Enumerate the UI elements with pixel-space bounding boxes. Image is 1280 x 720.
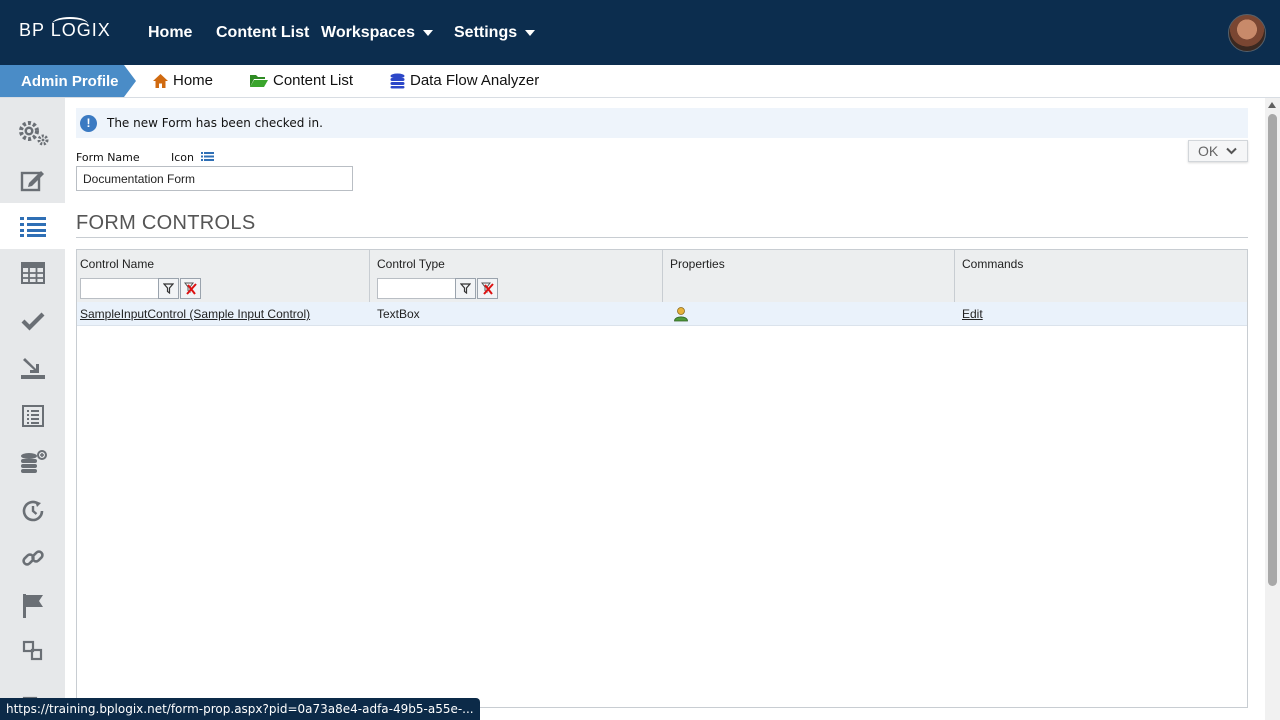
nav-home[interactable]: Home (148, 24, 192, 42)
sidebar-item-import[interactable] (0, 345, 65, 391)
sidebar-item-list[interactable] (0, 203, 65, 249)
form-controls-grid: Control Name Control Type Properties Com… (76, 249, 1248, 708)
column-divider (369, 250, 370, 302)
breadcrumb-admin-profile[interactable]: Admin Profile (0, 65, 136, 97)
control-type-filter-button[interactable] (455, 278, 476, 299)
column-divider (662, 250, 663, 302)
column-header-commands: Commands (962, 257, 1024, 271)
download-tray-icon (20, 358, 45, 379)
table-row: SampleInputControl (Sample Input Control… (77, 302, 1247, 326)
sidebar-item-flags[interactable] (0, 583, 65, 629)
document-list-icon (21, 405, 44, 427)
nav-workspaces-label: Workspaces (321, 24, 415, 41)
left-sidebar (0, 98, 65, 720)
list-icon[interactable] (201, 152, 214, 161)
breadcrumb-content-list[interactable]: Content List (249, 72, 353, 89)
control-name-filter-button[interactable] (158, 278, 179, 299)
user-avatar[interactable] (1228, 14, 1266, 52)
sidebar-item-data-sources[interactable] (0, 440, 65, 486)
alert-message: The new Form has been checked in. (107, 116, 323, 130)
sidebar-item-table[interactable] (0, 250, 65, 296)
link-icon (21, 550, 44, 566)
clear-filter-icon (184, 282, 197, 295)
clock-refresh-icon (22, 500, 43, 522)
control-type-cell: TextBox (377, 307, 420, 321)
section-divider (76, 237, 1248, 238)
nav-settings-label: Settings (454, 24, 518, 41)
ok-button-label: OK (1198, 143, 1219, 159)
breadcrumb-data-flow-analyzer-label: Data Flow Analyzer (410, 72, 540, 89)
scrollbar-thumb[interactable] (1268, 114, 1277, 586)
home-icon (153, 73, 168, 88)
vertical-scrollbar[interactable] (1265, 98, 1280, 720)
section-title: FORM CONTROLS (76, 212, 256, 234)
filter-icon (163, 283, 174, 294)
gears-icon (18, 121, 48, 146)
info-alert: ! The new Form has been checked in. (76, 108, 1248, 138)
breadcrumb-home-label: Home (173, 72, 214, 89)
column-header-control-type[interactable]: Control Type (374, 250, 445, 276)
control-type-clear-filter-button[interactable] (477, 278, 498, 299)
column-divider (954, 250, 955, 302)
sidebar-item-reports[interactable] (0, 393, 65, 439)
sidebar-item-edit[interactable] (0, 157, 65, 203)
clear-filter-icon (481, 282, 494, 295)
breadcrumb-home[interactable]: Home (152, 72, 213, 89)
sidebar-item-tasks[interactable] (0, 298, 65, 344)
control-name-filter-input[interactable] (80, 278, 160, 299)
database-add-icon (20, 450, 47, 473)
breadcrumb-content-list-label: Content List (273, 72, 354, 89)
control-type-filter-input[interactable] (377, 278, 457, 299)
nav-settings[interactable]: Settings (454, 24, 536, 42)
user-properties-icon[interactable] (673, 306, 689, 322)
chevron-down-icon (525, 29, 536, 36)
database-icon (390, 73, 405, 88)
sidebar-item-timelines[interactable] (0, 488, 65, 534)
flag-icon (22, 594, 43, 618)
chevron-down-icon (422, 29, 433, 36)
table-icon (20, 262, 45, 284)
form-name-label: Form Name (76, 151, 140, 164)
list-icon (19, 217, 46, 237)
bp-logix-logo[interactable]: BP LOGIX (19, 17, 111, 41)
chevron-down-icon (1226, 147, 1237, 155)
status-url: https://training.bplogix.net/form-prop.a… (0, 698, 480, 720)
filter-icon (460, 283, 471, 294)
scroll-up-arrow-icon[interactable] (1268, 102, 1276, 108)
breadcrumb: Admin Profile Home Content List Data Flo… (0, 65, 1280, 98)
control-name-link[interactable]: SampleInputControl (Sample Input Control… (80, 307, 310, 321)
sidebar-item-links[interactable] (0, 535, 65, 581)
icon-label: Icon (171, 151, 194, 164)
info-exclamation-icon: ! (80, 114, 97, 132)
nav-workspaces[interactable]: Workspaces (321, 24, 433, 42)
column-header-control-name[interactable]: Control Name (77, 250, 154, 276)
breadcrumb-data-flow-analyzer[interactable]: Data Flow Analyzer (389, 72, 539, 89)
edit-link[interactable]: Edit (962, 307, 983, 321)
folder-open-icon (250, 75, 268, 87)
control-name-clear-filter-button[interactable] (180, 278, 201, 299)
form-name-input[interactable] (76, 166, 353, 191)
top-navbar: BP LOGIX Home Content List Workspaces Se… (0, 0, 1280, 65)
sidebar-item-hierarchy[interactable] (0, 628, 65, 674)
edit-icon (20, 171, 44, 192)
column-header-properties: Properties (670, 257, 725, 271)
grid-header: Control Name Control Type Properties Com… (77, 250, 1247, 302)
sidebar-item-settings[interactable] (0, 110, 65, 156)
nav-content-list[interactable]: Content List (216, 24, 309, 42)
hierarchy-icon (22, 640, 42, 661)
ok-button[interactable]: OK (1188, 140, 1248, 162)
checkmark-icon (21, 312, 44, 331)
